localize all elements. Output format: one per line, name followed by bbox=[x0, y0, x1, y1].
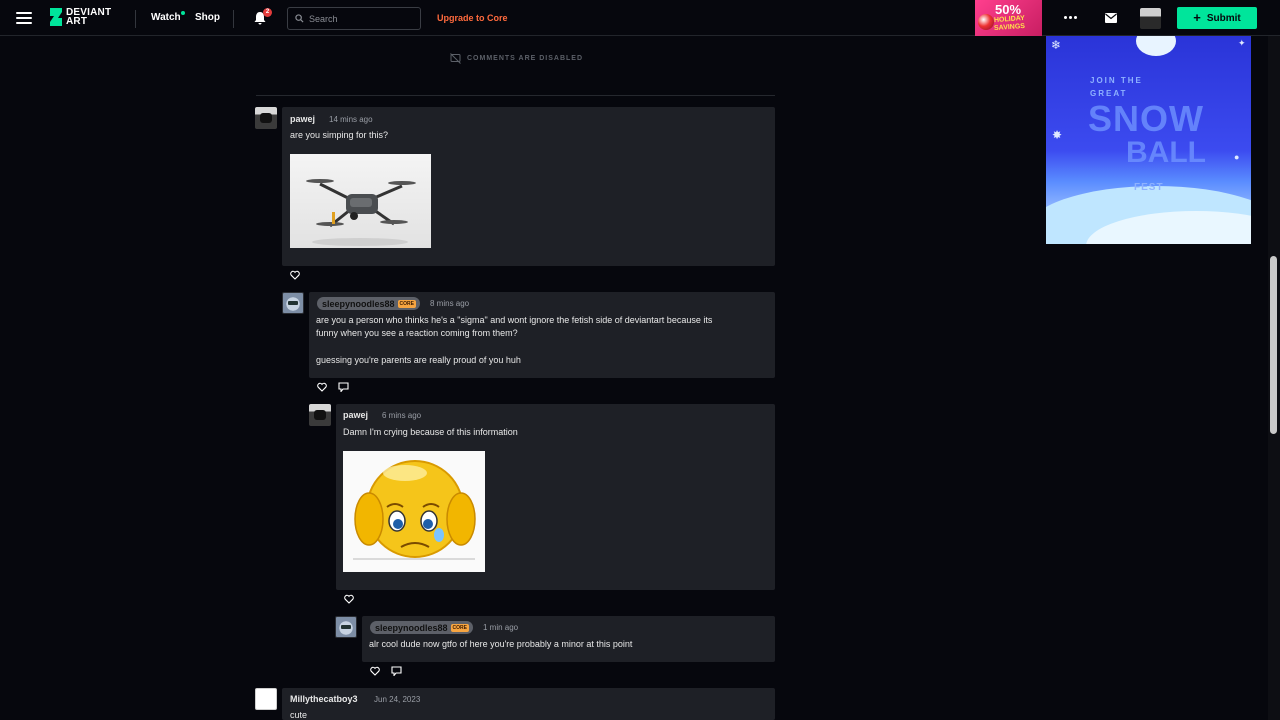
crying-emoji-image[interactable] bbox=[343, 451, 485, 572]
more-options-icon[interactable] bbox=[1064, 16, 1077, 19]
comment-timestamp[interactable]: 8 mins ago bbox=[430, 299, 469, 308]
notification-count-badge: 2 bbox=[263, 8, 272, 17]
drone-image[interactable] bbox=[290, 154, 431, 248]
comment-timestamp[interactable]: 14 mins ago bbox=[329, 115, 373, 124]
snowball-graphic bbox=[1136, 36, 1176, 56]
search-input[interactable] bbox=[309, 13, 419, 24]
comments-disabled-notice: COMMENTS ARE DISABLED bbox=[450, 53, 583, 64]
avatar[interactable] bbox=[255, 107, 277, 129]
core-badge: CORE bbox=[397, 299, 416, 308]
snowball-fest-ad[interactable]: ❄ ✦ ✸ ● JOIN THE GREAT SNOW BALL FEST bbox=[1046, 36, 1251, 244]
top-navigation-bar: DEVIANT ART Watch Shop 2 Upgrade to Core… bbox=[0, 0, 1280, 36]
comments-disabled-text: COMMENTS ARE DISABLED bbox=[467, 55, 584, 62]
avatar[interactable] bbox=[309, 404, 331, 426]
comment-text: cute bbox=[290, 710, 308, 720]
deviantart-logo-icon bbox=[50, 8, 62, 26]
ornament-icon bbox=[978, 14, 994, 30]
ad-great: GREAT bbox=[1090, 89, 1128, 98]
comment-username[interactable]: pawej bbox=[290, 114, 315, 124]
avatar[interactable] bbox=[282, 292, 304, 314]
comment-username: sleepynoodles88 bbox=[375, 622, 448, 633]
heart-icon[interactable] bbox=[290, 270, 300, 280]
heart-icon[interactable] bbox=[370, 666, 380, 676]
holiday-savings-promo[interactable]: 50% HOLIDAY SAVINGS bbox=[975, 0, 1042, 36]
heart-icon[interactable] bbox=[344, 594, 354, 604]
heart-icon[interactable] bbox=[317, 382, 327, 392]
logo-text: DEVIANT ART bbox=[66, 7, 112, 27]
menu-icon[interactable] bbox=[16, 12, 32, 24]
comment-timestamp[interactable]: 1 min ago bbox=[483, 623, 518, 632]
ad-join-the: JOIN THE bbox=[1090, 76, 1143, 85]
comment-text: are you simping for this? bbox=[290, 130, 389, 140]
comment-text: funny when you see a reaction coming fro… bbox=[316, 328, 518, 338]
nav-divider bbox=[233, 10, 234, 28]
comment-username[interactable]: Millythecatboy3 bbox=[290, 694, 358, 704]
sparkle-icon: ✦ bbox=[1238, 38, 1246, 48]
nav-divider bbox=[135, 10, 136, 28]
submit-label: Submit bbox=[1206, 12, 1241, 24]
comment-text: guessing you're parents are really proud… bbox=[316, 355, 521, 365]
sparkle-icon: ● bbox=[1234, 152, 1240, 162]
comment-text: Damn I'm crying because of this informat… bbox=[343, 427, 518, 437]
page-scrollbar[interactable] bbox=[1268, 36, 1280, 720]
ad-snow: SNOW bbox=[1088, 98, 1204, 139]
comment-off-icon bbox=[450, 53, 461, 64]
submit-button[interactable]: + Submit bbox=[1177, 7, 1257, 29]
avatar[interactable] bbox=[335, 616, 357, 638]
comment-text: are you a person who thinks he's a "sigm… bbox=[316, 315, 713, 325]
avatar[interactable] bbox=[255, 688, 277, 710]
username-pill[interactable]: sleepynoodles88 CORE bbox=[317, 297, 420, 310]
plus-icon: + bbox=[1193, 10, 1201, 25]
watch-new-indicator bbox=[181, 11, 185, 15]
reply-icon[interactable] bbox=[338, 382, 349, 392]
sparkle-icon: ✸ bbox=[1052, 128, 1063, 142]
shop-link[interactable]: Shop bbox=[195, 12, 220, 23]
promo-savings: SAVINGS bbox=[993, 22, 1026, 33]
upgrade-to-core-link[interactable]: Upgrade to Core bbox=[437, 13, 508, 23]
comment-username[interactable]: pawej bbox=[343, 410, 368, 420]
scrollbar-thumb[interactable] bbox=[1270, 256, 1277, 434]
user-avatar[interactable] bbox=[1140, 8, 1161, 29]
ad-fest: FEST bbox=[1134, 182, 1164, 193]
deviantart-logo[interactable]: DEVIANT ART bbox=[50, 7, 112, 27]
search-box[interactable] bbox=[287, 7, 421, 30]
comment-timestamp[interactable]: 6 mins ago bbox=[382, 411, 421, 420]
reply-icon[interactable] bbox=[391, 666, 402, 676]
snowflake-icon: ❄ bbox=[1051, 38, 1062, 52]
core-badge: CORE bbox=[450, 623, 469, 632]
mail-icon[interactable] bbox=[1105, 13, 1117, 23]
ad-ball: BALL bbox=[1126, 136, 1206, 169]
comment-timestamp[interactable]: Jun 24, 2023 bbox=[374, 695, 420, 704]
comment-username: sleepynoodles88 bbox=[322, 298, 395, 309]
comment-text: alr cool dude now gtfo of here you're pr… bbox=[369, 639, 633, 649]
username-pill[interactable]: sleepynoodles88 CORE bbox=[370, 621, 473, 634]
divider bbox=[256, 95, 775, 96]
comment-card bbox=[282, 688, 775, 720]
watch-link[interactable]: Watch bbox=[151, 12, 181, 23]
search-icon bbox=[295, 14, 304, 23]
